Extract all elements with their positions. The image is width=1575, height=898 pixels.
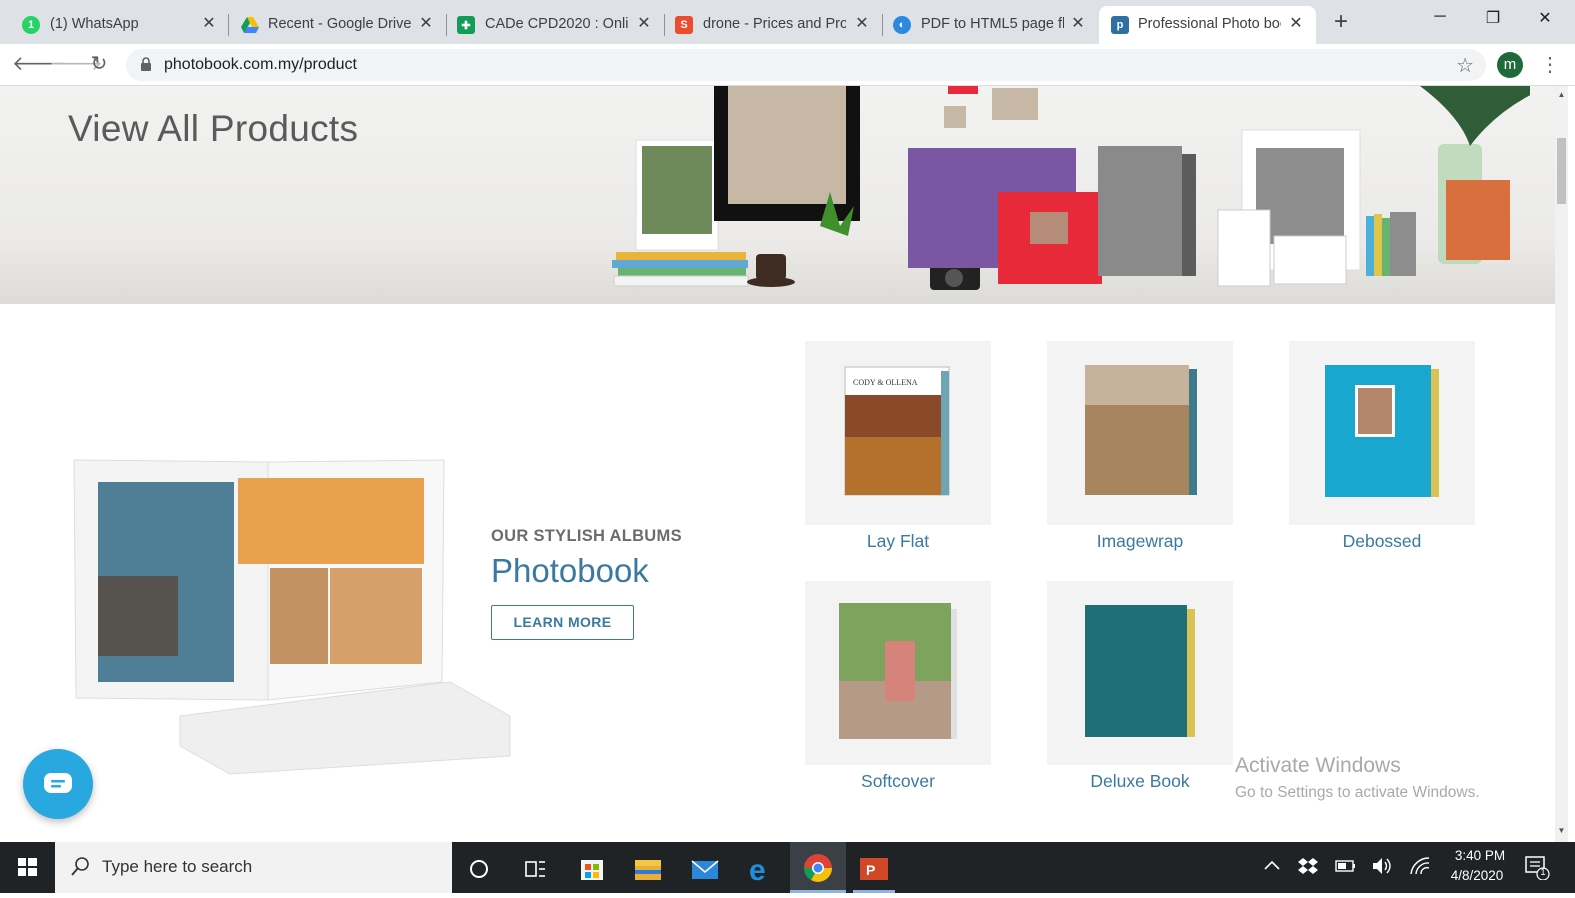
lock-icon xyxy=(141,57,151,71)
mail-icon[interactable] xyxy=(687,850,723,886)
album-heading[interactable]: Photobook xyxy=(491,552,649,590)
close-icon[interactable]: ✕ xyxy=(853,15,871,33)
microsoft-store-icon[interactable] xyxy=(574,850,610,886)
windows-activation-title: Activate Windows xyxy=(1235,754,1401,777)
close-icon[interactable]: ✕ xyxy=(200,15,218,33)
scroll-thumb[interactable] xyxy=(1557,138,1566,204)
tab-whatsapp[interactable]: 1 (1) WhatsApp ✕ xyxy=(0,6,228,44)
photobook-feature-image xyxy=(73,459,511,775)
product-card-debossed[interactable]: Debossed xyxy=(1289,341,1475,552)
windows-taskbar: Type here to search e P 3:40 PM 4/8/2020… xyxy=(0,842,1575,893)
svg-text:P: P xyxy=(866,862,875,878)
product-image[interactable] xyxy=(1289,341,1475,525)
close-icon[interactable]: ✕ xyxy=(417,15,435,33)
edge-icon[interactable]: e xyxy=(743,850,779,886)
product-image[interactable] xyxy=(1047,581,1233,765)
hero-product-photo xyxy=(612,86,1530,290)
photobook-icon: p xyxy=(1111,16,1129,34)
search-icon xyxy=(71,857,89,876)
tab-title: CADe CPD2020 : Online xyxy=(485,16,628,32)
product-card-imagewrap[interactable]: Imagewrap xyxy=(1047,341,1233,552)
action-center-icon[interactable]: 1 xyxy=(1524,854,1550,881)
notification-count: 1 xyxy=(1540,867,1546,877)
close-icon[interactable]: ✕ xyxy=(1287,15,1305,33)
back-button[interactable]: 🡐 xyxy=(12,52,66,78)
product-label[interactable]: Softcover xyxy=(805,771,991,792)
start-button[interactable] xyxy=(0,842,54,893)
restore-button[interactable]: ❐ xyxy=(1478,8,1508,36)
cover-title: CODY & OLLENA xyxy=(853,378,918,387)
tab-pdf-flip[interactable]: ◐ PDF to HTML5 page flip ✕ xyxy=(883,6,1098,44)
wifi-icon[interactable] xyxy=(1409,856,1431,876)
product-card-softcover[interactable]: Softcover xyxy=(805,581,991,792)
svg-text:e: e xyxy=(749,854,766,886)
product-label[interactable]: Lay Flat xyxy=(805,531,991,552)
close-icon[interactable]: ✕ xyxy=(635,15,653,33)
tab-cade-cpd[interactable]: ✚ CADe CPD2020 : Online ✕ xyxy=(447,6,664,44)
whatsapp-icon: 1 xyxy=(22,16,40,34)
tab-title: PDF to HTML5 page flip xyxy=(921,16,1064,32)
product-card-lay-flat[interactable]: CODY & OLLENA Lay Flat xyxy=(805,341,991,552)
tab-title: drone - Prices and Pron xyxy=(703,16,846,32)
cortana-icon[interactable] xyxy=(462,850,498,886)
product-image[interactable] xyxy=(805,581,991,765)
forward-button[interactable]: 🡒 xyxy=(49,52,103,78)
product-label[interactable]: Debossed xyxy=(1289,531,1475,552)
scroll-down-arrow[interactable]: ▼ xyxy=(1557,826,1566,835)
new-tab-button[interactable]: + xyxy=(1330,10,1352,34)
close-icon[interactable]: ✕ xyxy=(1069,15,1087,33)
address-bar[interactable]: photobook.com.my/product ☆ xyxy=(126,49,1486,81)
battery-icon[interactable] xyxy=(1335,857,1357,875)
album-eyebrow: OUR STYLISH ALBUMS xyxy=(491,527,682,545)
chat-bubble-icon xyxy=(44,773,72,793)
product-label[interactable]: Imagewrap xyxy=(1047,531,1233,552)
shopee-icon: S xyxy=(675,16,693,34)
product-card-deluxe-book[interactable]: Deluxe Book xyxy=(1047,581,1233,792)
scroll-up-arrow[interactable]: ▲ xyxy=(1557,90,1566,99)
minimize-button[interactable]: ─ xyxy=(1425,8,1455,36)
window-close-button[interactable]: ✕ xyxy=(1530,8,1560,36)
url-text: photobook.com.my/product xyxy=(164,56,357,73)
search-placeholder: Type here to search xyxy=(102,857,253,876)
tab-professional-photo-book[interactable]: p Professional Photo boo ✕ xyxy=(1099,6,1316,44)
page-scrollbar[interactable]: ▲ ▼ xyxy=(1555,86,1568,842)
dropbox-icon[interactable] xyxy=(1297,856,1319,876)
google-drive-icon xyxy=(241,16,259,34)
product-label[interactable]: Deluxe Book xyxy=(1047,771,1233,792)
profile-avatar[interactable]: m xyxy=(1497,52,1523,78)
taskbar-search-box[interactable]: Type here to search xyxy=(55,842,452,893)
chrome-taskbar-item[interactable] xyxy=(790,842,846,893)
tab-google-drive[interactable]: Recent - Google Drive ✕ xyxy=(229,6,446,44)
tab-title: Recent - Google Drive xyxy=(268,16,412,32)
chat-widget-button[interactable] xyxy=(23,749,93,819)
hero-banner: View All Products xyxy=(0,86,1555,304)
volume-icon[interactable] xyxy=(1371,856,1393,876)
browser-toolbar: 🡐 🡒 ↻ photobook.com.my/product ☆ m ⋮ xyxy=(0,44,1575,86)
clock-time[interactable]: 3:40 PM xyxy=(1450,848,1510,863)
learn-more-button[interactable]: LEARN MORE xyxy=(491,605,634,640)
flip-icon: ◐ xyxy=(893,16,911,34)
page-title: View All Products xyxy=(68,108,359,149)
bookmark-star-icon[interactable]: ☆ xyxy=(1456,53,1474,78)
chrome-icon xyxy=(804,854,832,882)
tab-drone-prices[interactable]: S drone - Prices and Pron ✕ xyxy=(665,6,882,44)
page-viewport: View All Products OUR STYLISH ALBUMS Pho… xyxy=(0,86,1555,842)
clock-date[interactable]: 4/8/2020 xyxy=(1444,868,1510,883)
task-view-icon[interactable] xyxy=(517,850,553,886)
powerpoint-taskbar-item[interactable]: P xyxy=(849,842,899,893)
tab-strip: 1 (1) WhatsApp ✕ Recent - Google Drive ✕… xyxy=(0,0,1575,44)
reload-button[interactable]: ↻ xyxy=(86,52,112,78)
product-image[interactable]: CODY & OLLENA xyxy=(805,341,991,525)
google-sheets-icon: ✚ xyxy=(457,16,475,34)
chevron-up-icon[interactable] xyxy=(1262,856,1282,876)
product-image[interactable] xyxy=(1047,341,1233,525)
windows-logo-icon xyxy=(18,858,37,876)
tab-title: Professional Photo boo xyxy=(1138,16,1281,32)
menu-icon[interactable]: ⋮ xyxy=(1540,52,1560,77)
windows-activation-subtitle: Go to Settings to activate Windows. xyxy=(1235,784,1480,801)
tab-title: (1) WhatsApp xyxy=(50,16,139,32)
file-explorer-icon[interactable] xyxy=(630,850,666,886)
powerpoint-icon: P xyxy=(860,858,888,880)
